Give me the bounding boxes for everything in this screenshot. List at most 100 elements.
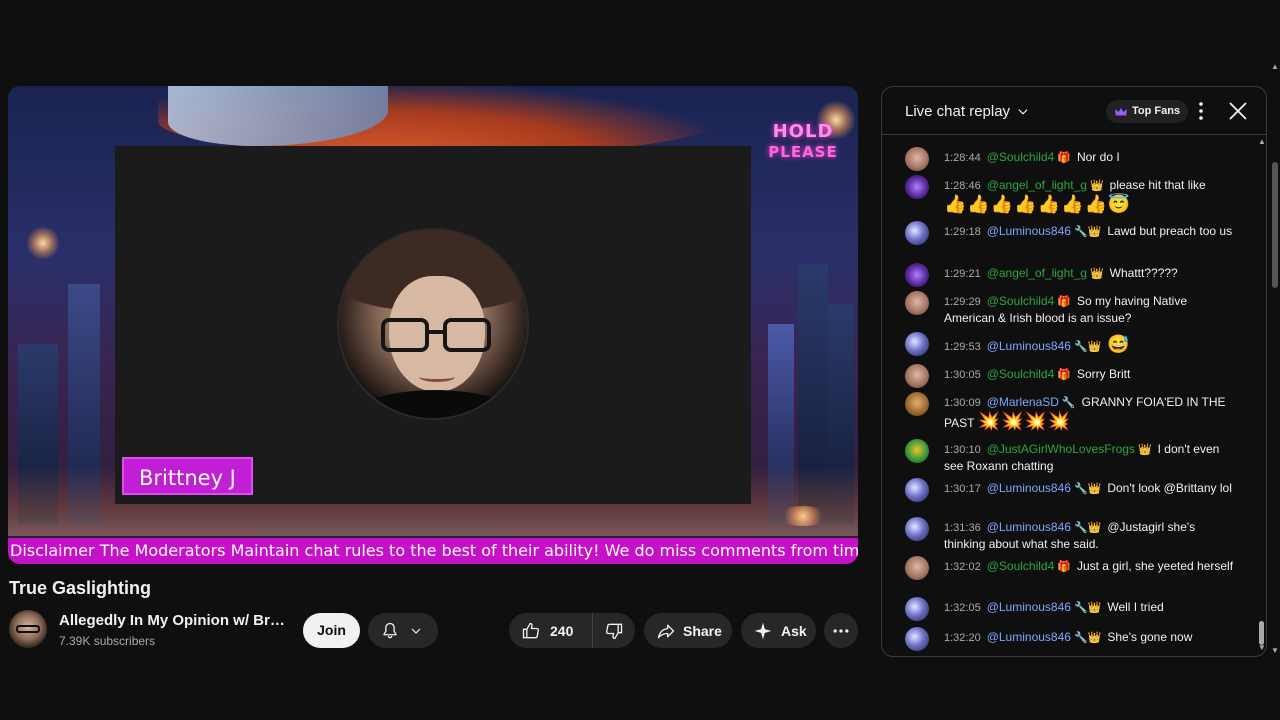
author-badge: 🎁: [1057, 296, 1071, 308]
chat-author-avatar[interactable]: [905, 221, 929, 245]
message-text: She's gone now: [1107, 630, 1193, 644]
message-author[interactable]: @Soulchild4: [987, 559, 1055, 573]
scroll-down-arrow-icon[interactable]: ▼: [1258, 643, 1266, 652]
message-author[interactable]: @Luminous846: [987, 630, 1071, 644]
page-scroll-thumb[interactable]: [1272, 162, 1278, 288]
top-fans-button[interactable]: Top Fans: [1106, 100, 1189, 123]
webcam-frame: Brittney J: [115, 146, 751, 504]
chat-author-avatar[interactable]: [905, 364, 929, 388]
chat-author-avatar[interactable]: [905, 597, 929, 621]
close-icon[interactable]: [1228, 101, 1248, 121]
message-text: Whattt?????: [1109, 266, 1178, 280]
thumb-up-icon: [522, 622, 540, 638]
hold-please-sign: HOLD PLEASE: [756, 122, 850, 162]
message-author[interactable]: @Soulchild4: [987, 150, 1055, 164]
notification-bell-button[interactable]: [368, 613, 438, 648]
dislike-button[interactable]: [593, 621, 635, 641]
author-badge: 🔧👑: [1073, 632, 1102, 644]
subscriber-count: 7.39K subscribers: [59, 634, 156, 648]
message-text: Well I tried: [1107, 600, 1164, 614]
message-author[interactable]: @Soulchild4: [987, 367, 1055, 381]
chat-author-avatar[interactable]: [905, 439, 929, 463]
message-timestamp: 1:29:29: [944, 296, 981, 308]
message-timestamp: 1:31:36: [944, 522, 981, 534]
join-button[interactable]: Join: [303, 613, 360, 648]
chat-author-avatar[interactable]: [905, 291, 929, 315]
ask-button[interactable]: Ask: [741, 613, 816, 648]
author-badge: 🔧👑: [1073, 483, 1102, 495]
message-author[interactable]: @angel_of_light_g: [987, 266, 1087, 280]
message-timestamp: 1:29:21: [944, 268, 981, 280]
more-actions-button[interactable]: [824, 613, 858, 648]
message-text: Just a girl, she yeeted herself: [1076, 559, 1234, 573]
chat-header: Live chat replay Top Fans: [882, 87, 1266, 135]
chat-mode-selector[interactable]: Live chat replay: [905, 103, 1030, 120]
scroll-down-arrow-icon[interactable]: ▼: [1271, 646, 1279, 655]
channel-name[interactable]: Allegedly In My Opinion w/ Brit...: [59, 612, 289, 629]
message-author[interactable]: @JustAGirlWhoLovesFrogs: [987, 442, 1135, 456]
channel-avatar[interactable]: [9, 610, 47, 648]
chat-author-avatar[interactable]: [905, 478, 929, 502]
message-author[interactable]: @Luminous846: [987, 339, 1071, 353]
message-timestamp: 1:30:05: [944, 369, 981, 381]
chat-author-avatar[interactable]: [905, 263, 929, 287]
more-horizontal-icon: [833, 628, 849, 633]
page-scrollbar[interactable]: ▲ ▼: [1270, 62, 1280, 658]
chat-title: Live chat replay: [905, 103, 1011, 120]
message-author[interactable]: @Luminous846: [987, 224, 1071, 238]
chat-author-avatar[interactable]: [905, 147, 929, 171]
author-badge: 👑: [1089, 180, 1104, 192]
chevron-down-icon: [1018, 108, 1028, 115]
message-emoji: 👍👍👍👍👍👍👍😇: [944, 194, 1132, 214]
chat-message-list: 1:28:44 @Soulchild4 🎁 Nor do I 1:28:46 @ange…: [882, 137, 1257, 655]
chat-author-avatar[interactable]: [905, 332, 929, 356]
author-badge: 👑: [1137, 444, 1152, 456]
author-badge: 👑: [1089, 268, 1104, 280]
scroll-up-arrow-icon[interactable]: ▲: [1271, 62, 1279, 71]
like-dislike-group: 240: [509, 613, 635, 648]
message-author[interactable]: @angel_of_light_g: [987, 178, 1087, 192]
chat-author-avatar[interactable]: [905, 627, 929, 651]
chat-scrollbar[interactable]: ▲ ▼: [1258, 135, 1266, 655]
message-text: 😅: [1107, 334, 1131, 354]
author-badge: 🔧👑: [1073, 341, 1102, 353]
chat-author-avatar[interactable]: [905, 175, 929, 199]
author-badge: 🔧: [1061, 397, 1076, 409]
message-author[interactable]: @Luminous846: [987, 600, 1071, 614]
hold-sign-line-1: HOLD: [772, 121, 834, 142]
author-badge: 🎁: [1057, 152, 1071, 164]
message-timestamp: 1:30:09: [944, 397, 981, 409]
author-badge: 🔧👑: [1073, 522, 1102, 534]
message-timestamp: 1:30:17: [944, 483, 981, 495]
message-timestamp: 1:28:44: [944, 152, 981, 164]
message-text: please hit that like: [1109, 178, 1206, 192]
live-chat-panel: Live chat replay Top Fans 1:28:44 @Soulch…: [881, 86, 1267, 657]
like-button[interactable]: 240: [509, 613, 593, 648]
top-fans-label: Top Fans: [1132, 105, 1181, 117]
message-author[interactable]: @Luminous846: [987, 481, 1071, 495]
more-vertical-icon[interactable]: [1194, 101, 1208, 121]
video-title: True Gaslighting: [9, 578, 152, 598]
chat-author-avatar[interactable]: [905, 556, 929, 580]
like-count: 240: [550, 622, 574, 639]
message-text: Don't look @Brittany lol: [1107, 481, 1232, 495]
message-author[interactable]: @MarlenaSD: [987, 395, 1059, 409]
message-timestamp: 1:29:53: [944, 341, 981, 353]
message-author[interactable]: @Luminous846: [987, 520, 1071, 534]
ask-label: Ask: [781, 622, 807, 639]
chat-scroll-thumb[interactable]: [1259, 621, 1264, 645]
message-timestamp: 1:32:05: [944, 602, 981, 614]
chevron-down-icon: [411, 628, 421, 634]
disclaimer-ticker: Disclaimer The Moderators Maintain chat …: [8, 538, 858, 564]
share-label: Share: [683, 622, 722, 639]
chat-author-avatar[interactable]: [905, 517, 929, 541]
message-author[interactable]: @Soulchild4: [987, 294, 1055, 308]
message-text: Nor do I: [1076, 150, 1120, 164]
street-light: [26, 226, 60, 260]
share-button[interactable]: Share: [644, 613, 732, 648]
hold-sign-line-2: PLEASE: [768, 143, 838, 161]
video-player[interactable]: HOLD PLEASE Brittney J Disclaimer The Mo…: [8, 86, 858, 564]
chat-author-avatar[interactable]: [905, 392, 929, 416]
scroll-up-arrow-icon[interactable]: ▲: [1258, 137, 1266, 146]
message-timestamp: 1:32:20: [944, 632, 981, 644]
